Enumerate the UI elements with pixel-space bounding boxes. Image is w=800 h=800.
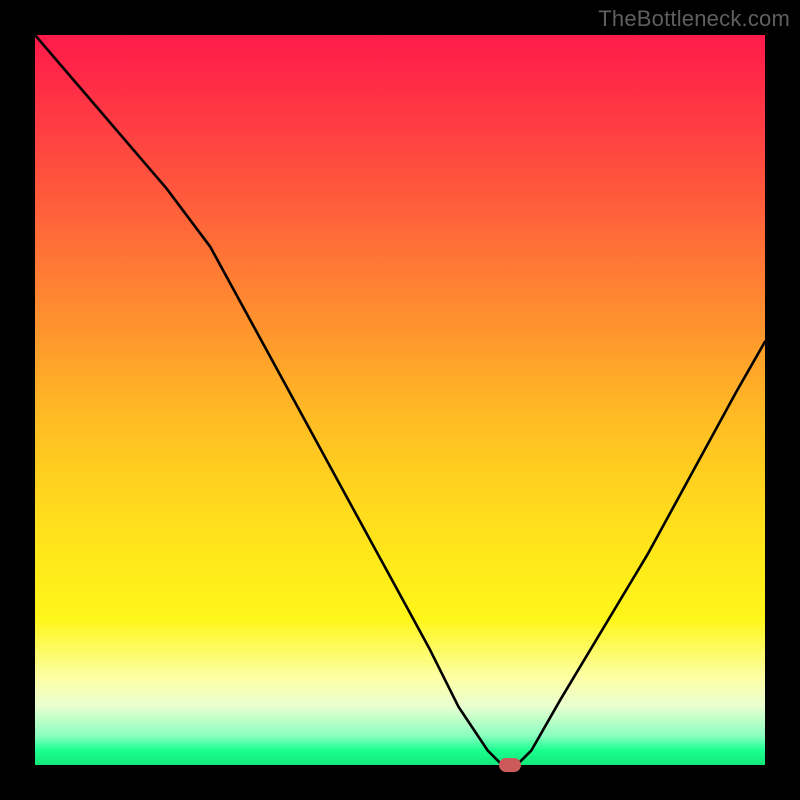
bottleneck-marker bbox=[499, 758, 521, 772]
watermark-text: TheBottleneck.com bbox=[598, 6, 790, 32]
chart-frame: TheBottleneck.com bbox=[0, 0, 800, 800]
bottleneck-curve bbox=[35, 35, 765, 765]
curve-svg bbox=[35, 35, 765, 765]
plot-area bbox=[35, 35, 765, 765]
